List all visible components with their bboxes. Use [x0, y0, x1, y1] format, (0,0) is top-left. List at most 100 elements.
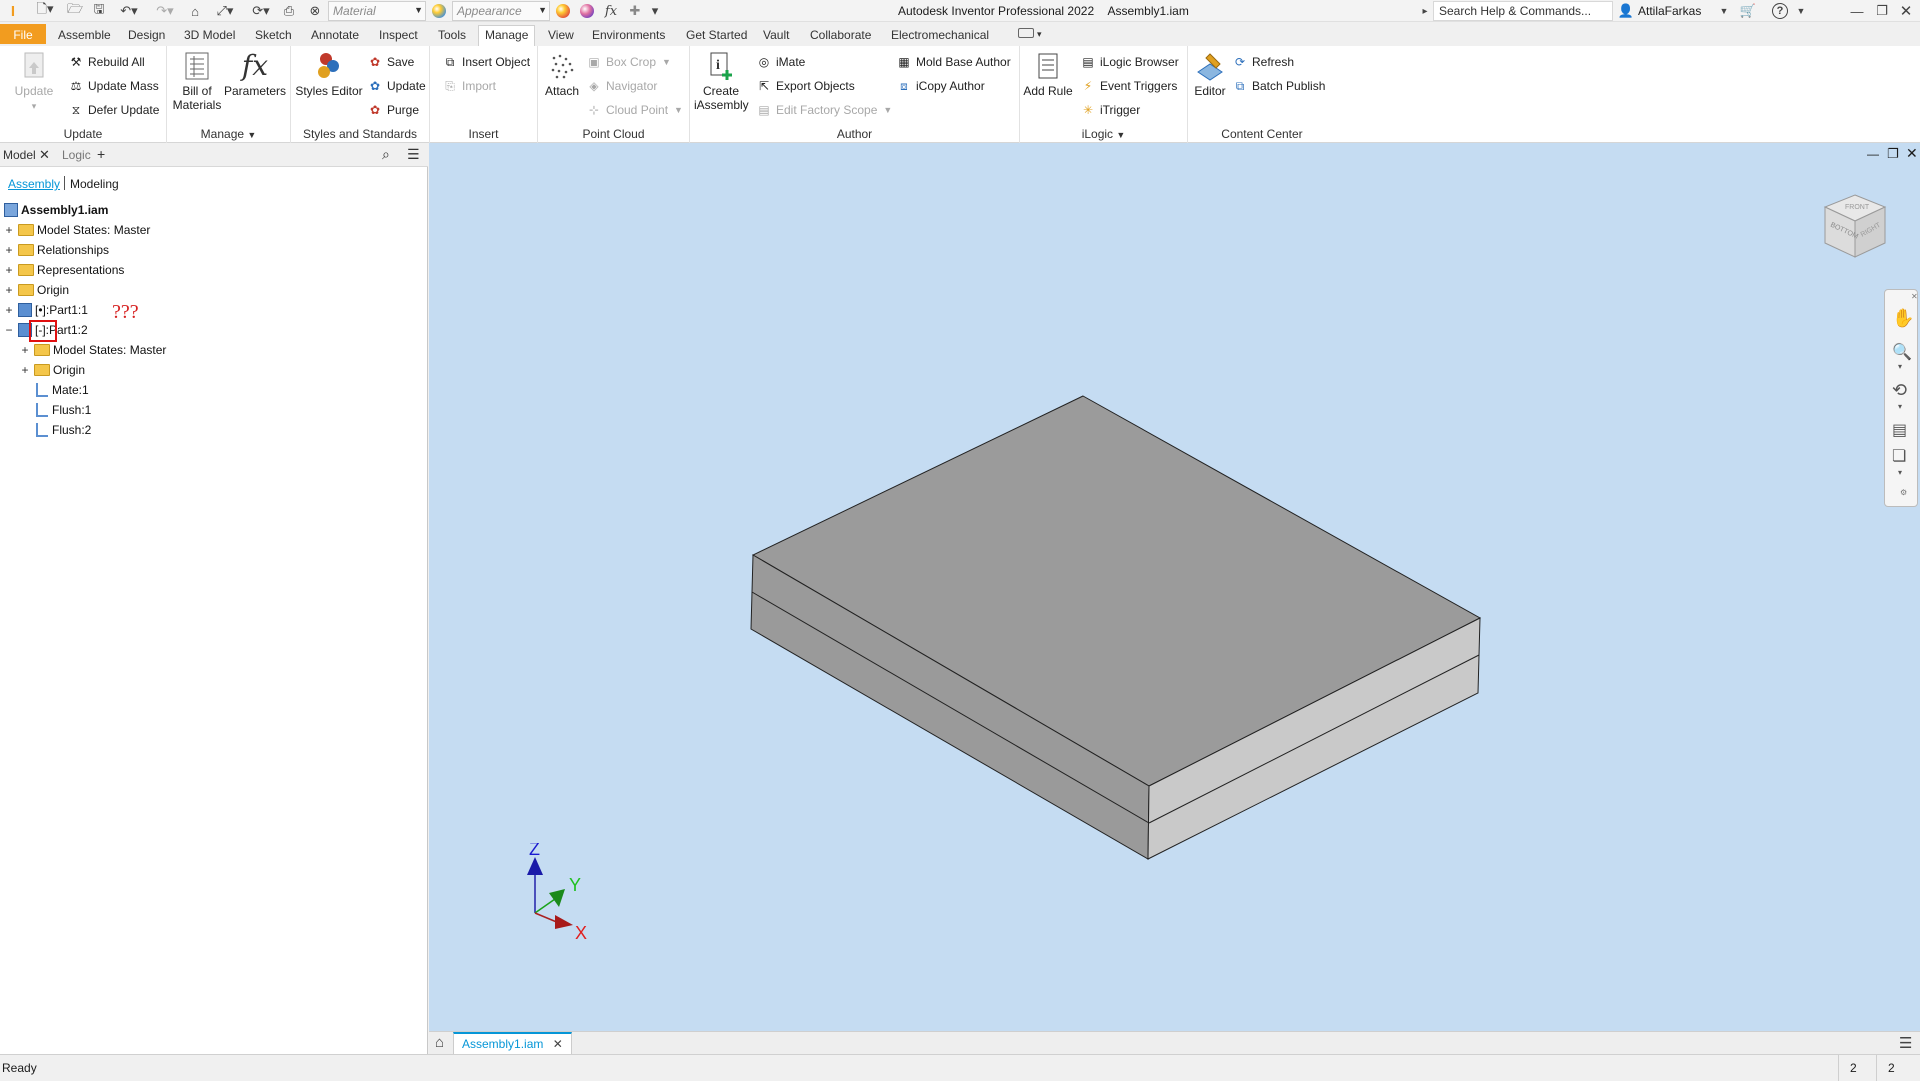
doc-tab-assembly1[interactable]: Assembly1.iam ✕: [453, 1032, 572, 1054]
edit-factory-scope-button[interactable]: ▤ Edit Factory Scope ▼: [756, 101, 892, 119]
navbar-close-icon[interactable]: ✕: [1911, 292, 1918, 301]
tab-collaborate[interactable]: Collaborate: [810, 26, 871, 46]
browser-tab-model[interactable]: Model: [3, 148, 36, 162]
add-icon[interactable]: ✚: [626, 2, 644, 20]
tree-item-mate-1[interactable]: Mate:1: [36, 381, 89, 399]
tree-item-model-states[interactable]: Model States: Master: [18, 221, 150, 239]
browser-view-modeling[interactable]: Modeling: [70, 177, 119, 191]
tree-item-relationships[interactable]: Relationships: [18, 241, 109, 259]
imate-button[interactable]: ◎ iMate: [756, 53, 806, 71]
undo-icon[interactable]: ↶▾: [114, 2, 144, 20]
tree-item-part-model-states[interactable]: Model States: Master: [34, 341, 166, 359]
tree-item-representations[interactable]: Representations: [18, 261, 124, 279]
inventor-logo-icon[interactable]: I: [6, 2, 20, 20]
close-icon[interactable]: ✕: [553, 1037, 563, 1051]
tab-design[interactable]: Design: [128, 26, 165, 46]
batch-publish-button[interactable]: ⧉ Batch Publish: [1232, 77, 1326, 95]
styles-update-button[interactable]: ✿ Update: [367, 77, 426, 95]
navigator-button[interactable]: ◈ Navigator: [586, 77, 657, 95]
content-center-editor-button[interactable]: Editor: [1190, 50, 1230, 98]
parameters-fx-icon[interactable]: fx: [602, 2, 620, 20]
tree-item-origin[interactable]: Origin: [18, 281, 69, 299]
update-mass-button[interactable]: ⚖ Update Mass: [68, 77, 159, 95]
appearance-override-icon[interactable]: [554, 2, 572, 20]
customize-chevron-icon[interactable]: ▾: [648, 2, 662, 20]
update-icon[interactable]: ⟳▾: [246, 2, 276, 20]
styles-purge-button[interactable]: ✿ Purge: [367, 101, 419, 119]
attach-button[interactable]: Attach: [540, 50, 584, 98]
orbit-chevron-icon[interactable]: ▾: [1898, 402, 1902, 411]
help-icon[interactable]: ?: [1772, 3, 1788, 19]
icopy-author-button[interactable]: ⧈ iCopy Author: [896, 77, 985, 95]
appearance-dropdown[interactable]: Appearance ▼: [452, 1, 550, 21]
tab-assemble[interactable]: Assemble: [58, 26, 111, 46]
tab-sketch[interactable]: Sketch: [255, 26, 292, 46]
viewcube[interactable]: FRONT BOTTOM RIGHT: [1815, 187, 1895, 267]
tab-view[interactable]: View: [548, 26, 574, 46]
mold-base-author-button[interactable]: ▦ Mold Base Author: [896, 53, 1010, 71]
styles-editor-button[interactable]: Styles Editor: [295, 50, 363, 98]
rebuild-all-button[interactable]: ⚒ Rebuild All: [68, 53, 145, 71]
home-icon[interactable]: ⌂: [186, 2, 204, 20]
styles-save-button[interactable]: ✿ Save: [367, 53, 414, 71]
tab-vault[interactable]: Vault: [763, 26, 789, 46]
expand-plus-icon[interactable]: +: [4, 224, 14, 236]
collapse-minus-icon[interactable]: −: [4, 324, 14, 336]
insert-object-button[interactable]: ⧉ Insert Object: [442, 53, 530, 71]
tab-tools[interactable]: Tools: [438, 26, 466, 46]
tab-inspect[interactable]: Inspect: [379, 26, 418, 46]
tab-environments[interactable]: Environments: [592, 26, 665, 46]
panel-title-manage[interactable]: Manage ▼: [167, 127, 290, 141]
close-tab-icon[interactable]: ✕: [39, 147, 50, 163]
ilogic-browser-button[interactable]: ▤ iLogic Browser: [1080, 53, 1178, 71]
expand-plus-icon[interactable]: +: [20, 344, 30, 356]
navbar-options-icon[interactable]: ⚙: [1900, 488, 1907, 497]
expand-plus-icon[interactable]: +: [4, 304, 14, 316]
user-icon[interactable]: 👤: [1617, 2, 1635, 20]
tree-item-part1-1[interactable]: [•]:Part1:1: [18, 301, 88, 319]
tree-item-flush-1[interactable]: Flush:1: [36, 401, 91, 419]
expand-plus-icon[interactable]: +: [20, 364, 30, 376]
select-icon[interactable]: ⤢▾: [210, 2, 240, 20]
pan-hand-icon[interactable]: ✋: [1892, 308, 1914, 329]
restore-icon[interactable]: ❐: [1874, 2, 1890, 20]
zoom-icon[interactable]: 🔍: [1892, 342, 1912, 362]
orbit-icon[interactable]: ⟲: [1892, 380, 1907, 401]
zoom-chevron-icon[interactable]: ▾: [1898, 362, 1902, 371]
itrigger-button[interactable]: ✳ iTrigger: [1080, 101, 1140, 119]
export-objects-button[interactable]: ⇱ Export Objects: [756, 77, 855, 95]
tree-item-part-origin[interactable]: Origin: [34, 361, 85, 379]
expand-plus-icon[interactable]: +: [4, 284, 14, 296]
expand-plus-icon[interactable]: +: [4, 244, 14, 256]
close-icon[interactable]: ✕: [1898, 2, 1914, 20]
view-face-icon[interactable]: ❏: [1892, 446, 1906, 466]
box-crop-button[interactable]: ▣ Box Crop ▼: [586, 53, 671, 71]
look-at-icon[interactable]: ▤: [1892, 420, 1907, 440]
add-tab-icon[interactable]: +: [97, 146, 105, 162]
tab-file[interactable]: File: [0, 24, 46, 44]
create-iassembly-button[interactable]: i Create iAssembly: [694, 50, 749, 112]
ribbon-display-chevron-icon[interactable]: ▾: [1037, 27, 1042, 47]
parameters-button[interactable]: fx Parameters: [223, 50, 287, 99]
open-folder-icon[interactable]: 🗁: [66, 1, 84, 20]
browser-view-assembly[interactable]: Assembly: [8, 177, 60, 191]
assembly-model[interactable]: [429, 143, 1920, 1031]
clear-appearance-icon[interactable]: [578, 2, 596, 20]
home-icon[interactable]: ⌂: [435, 1034, 444, 1051]
search-icon[interactable]: ⌕: [382, 146, 390, 163]
expand-search-icon[interactable]: ▸: [1420, 2, 1430, 20]
search-input[interactable]: Search Help & Commands...: [1433, 1, 1613, 21]
cart-icon[interactable]: 🛒: [1738, 2, 1758, 20]
help-chevron-icon[interactable]: ▼: [1795, 2, 1807, 20]
graphics-viewport[interactable]: — ❐ ✕ FRONT BOTTOM RIGHT Z Y X: [429, 143, 1920, 1031]
redo-icon[interactable]: ↷▾: [150, 2, 180, 20]
minimize-icon[interactable]: —: [1850, 2, 1864, 20]
panel-title-ilogic[interactable]: iLogic ▼: [1020, 127, 1187, 141]
import-button[interactable]: ⎘ Import: [442, 77, 496, 95]
update-button[interactable]: Update ▾: [8, 50, 60, 113]
tree-item-flush-2[interactable]: Flush:2: [36, 421, 91, 439]
tab-3d-model[interactable]: 3D Model: [184, 26, 235, 46]
tab-get-started[interactable]: Get Started: [686, 26, 747, 46]
menu-icon[interactable]: ☰: [407, 146, 420, 163]
add-rule-button[interactable]: Add Rule: [1023, 50, 1073, 98]
